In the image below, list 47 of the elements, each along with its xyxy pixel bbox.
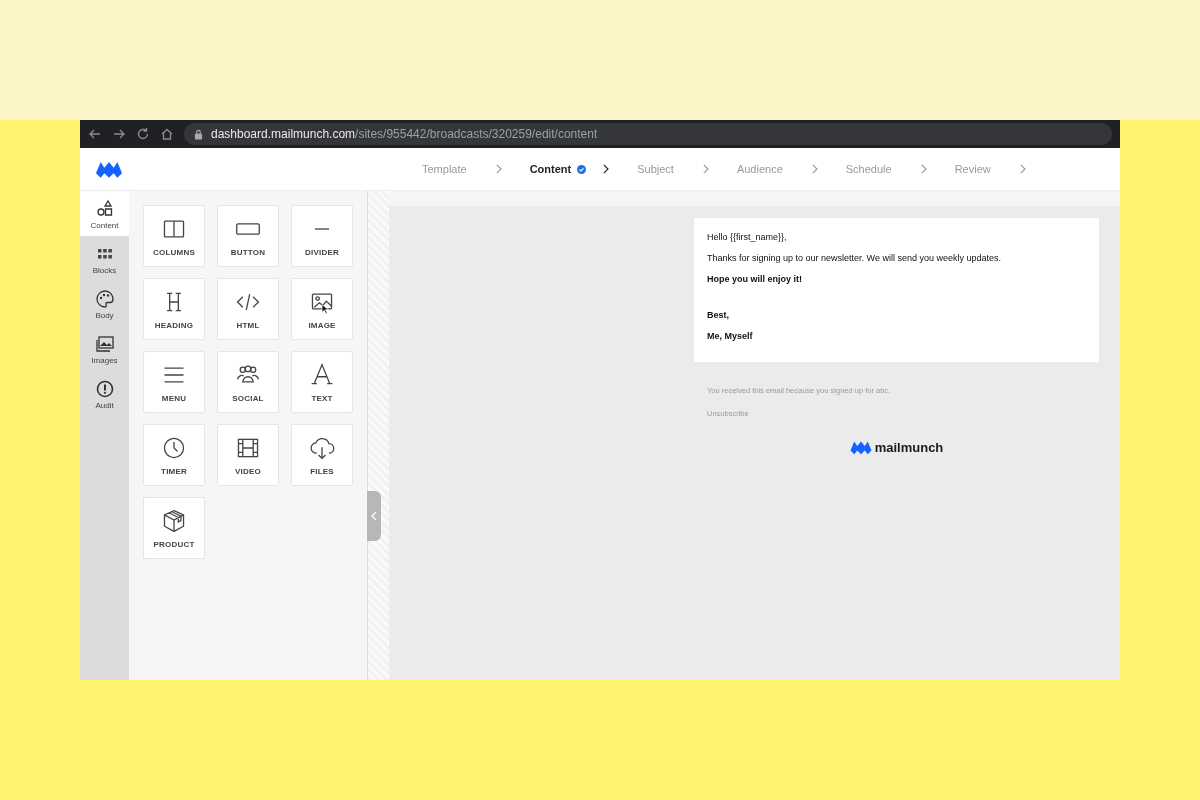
brand-logo-icon (849, 440, 872, 455)
email-text: Hello {{first_name}}, (707, 232, 787, 242)
block-tile[interactable]: HTML (217, 278, 279, 340)
block-tile[interactable]: DIVIDER (291, 205, 353, 267)
back-icon[interactable] (88, 127, 102, 141)
chevron-icon (701, 164, 709, 174)
images-icon (94, 334, 115, 354)
logo-icon[interactable] (96, 159, 122, 179)
signature-text: Me, Myself (707, 331, 753, 341)
block-tile[interactable]: SOCIAL (217, 351, 279, 413)
block-tile[interactable]: HEADING (143, 278, 205, 340)
block-tile[interactable]: TIMER (143, 424, 205, 486)
chevron-icon (1018, 164, 1026, 174)
sidebar-item[interactable]: Audit (80, 371, 129, 416)
chevron-icon (919, 164, 927, 174)
block-tile[interactable]: IMAGE (291, 278, 353, 340)
shapes-icon (94, 199, 115, 219)
block-tile[interactable]: VIDEO (217, 424, 279, 486)
chevron-icon (494, 164, 502, 174)
sidebar-item[interactable]: Images (80, 326, 129, 371)
reload-icon[interactable] (136, 127, 150, 141)
block-tile[interactable]: BUTTON (217, 205, 279, 267)
collapse-handle[interactable] (367, 491, 381, 541)
email-text: Thanks for signing up to our newsletter. We will send you weekly updates. (707, 253, 1001, 263)
block-tile[interactable]: TEXT (291, 351, 353, 413)
chevron-icon (602, 164, 610, 174)
line-icon (314, 227, 330, 230)
block-tile[interactable]: FILES (291, 424, 353, 486)
forward-icon[interactable] (112, 127, 126, 141)
signature-text: Best, (707, 310, 729, 320)
lock-icon (194, 128, 203, 140)
email-card[interactable]: Hello {{first_name}}, Thanks for signing up to our newsletter. We will send you weekly updates. Hope you will enjoy it! Best, Me, Myself (694, 218, 1099, 362)
sidebar-item[interactable]: Content (80, 191, 129, 236)
home-icon[interactable] (160, 127, 174, 141)
brand-name: mailmunch (874, 440, 944, 455)
address-bar[interactable]: dashboard.mailmunch.com/sites/955442/broadcasts/320259/edit/content (184, 123, 1112, 145)
box-icon (161, 507, 187, 534)
step-tab[interactable]: Content (529, 163, 572, 175)
sidebar-item[interactable]: Blocks (80, 236, 129, 281)
block-tile[interactable]: COLUMNS (143, 205, 205, 267)
block-tile[interactable]: MENU (143, 351, 205, 413)
email-text: Hope you will enjoy it! (707, 274, 802, 284)
palette-icon (94, 289, 115, 309)
block-tile[interactable]: PRODUCT (143, 497, 205, 559)
alert-icon (94, 379, 115, 399)
sidebar-item[interactable]: Body (80, 281, 129, 326)
chevron-icon (810, 164, 818, 174)
